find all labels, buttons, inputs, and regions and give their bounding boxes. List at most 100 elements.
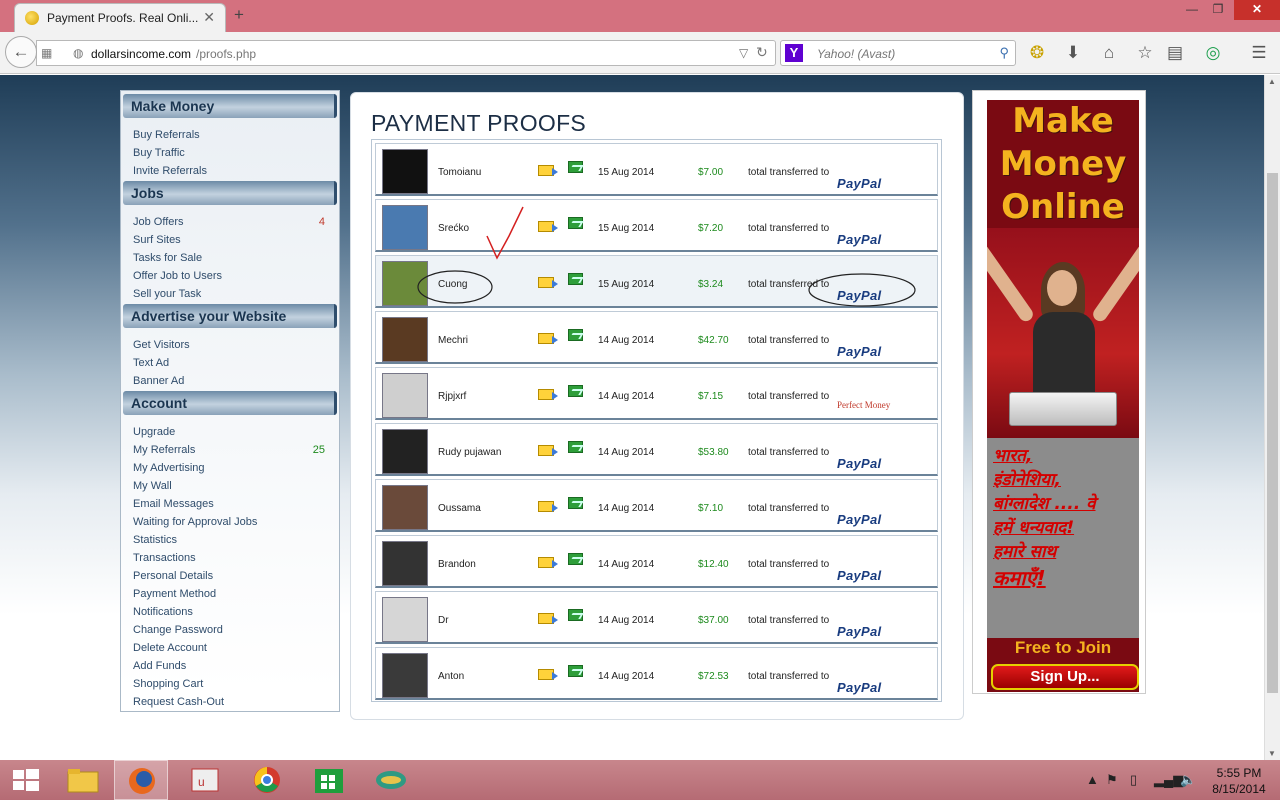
back-button[interactable]: ← (5, 36, 37, 68)
app-task[interactable]: u (178, 760, 232, 800)
link-surf-sites[interactable]: Surf Sites (133, 234, 181, 246)
menu-icon[interactable]: ☰ (1248, 42, 1270, 64)
link-invite-referrals[interactable]: Invite Referrals (133, 165, 207, 177)
link-personal-details[interactable]: Personal Details (133, 570, 213, 582)
proof-username[interactable]: Tomoianu (438, 167, 481, 178)
stats-chart-icon[interactable] (568, 385, 583, 397)
search-input[interactable]: Yahoo! (Avast) (817, 47, 895, 61)
clock-time[interactable]: 5:55 PM (1213, 766, 1265, 780)
send-message-icon[interactable] (538, 445, 558, 456)
scroll-up-icon[interactable]: ▲ (1268, 77, 1276, 86)
send-message-icon[interactable] (538, 333, 558, 344)
link-delete-account[interactable]: Delete Account (133, 642, 207, 654)
user-avatar[interactable] (382, 317, 428, 362)
link-my-advertising[interactable]: My Advertising (133, 462, 205, 474)
minimize-icon[interactable]: — (1178, 0, 1206, 20)
link-payment-method[interactable]: Payment Method (133, 588, 216, 600)
proof-username[interactable]: Rjpjxrf (438, 391, 466, 402)
firefox-task[interactable] (114, 760, 168, 800)
proof-username[interactable]: Srećko (438, 223, 469, 234)
proof-username[interactable]: Oussama (438, 503, 481, 514)
bookmark-star-icon[interactable]: ☆ (1134, 42, 1156, 64)
new-tab-icon[interactable]: + (234, 5, 244, 25)
link-my-referrals[interactable]: My Referrals (133, 444, 195, 456)
link-change-password[interactable]: Change Password (133, 624, 223, 636)
store-task[interactable] (302, 760, 356, 800)
send-message-icon[interactable] (538, 221, 558, 232)
link-transactions[interactable]: Transactions (133, 552, 196, 564)
send-message-icon[interactable] (538, 389, 558, 400)
proof-username[interactable]: Anton (438, 671, 464, 682)
link-request-cashout[interactable]: Request Cash-Out (133, 696, 224, 708)
avast-extension-icon[interactable]: ❂ (1026, 42, 1048, 64)
reload-icon[interactable]: ↻ (756, 44, 768, 61)
dropdown-icon[interactable]: ▽ (739, 46, 748, 60)
stats-chart-icon[interactable] (568, 553, 583, 565)
link-get-visitors[interactable]: Get Visitors (133, 339, 190, 351)
banner-image[interactable]: Make Money Online भारत, इंडोनेशिया, बांग… (987, 100, 1139, 692)
stats-chart-icon[interactable] (568, 609, 583, 621)
send-message-icon[interactable] (538, 277, 558, 288)
link-email-messages[interactable]: Email Messages (133, 498, 214, 510)
user-avatar[interactable] (382, 373, 428, 418)
link-statistics[interactable]: Statistics (133, 534, 177, 546)
proof-username[interactable]: Cuong (438, 279, 467, 290)
stats-chart-icon[interactable] (568, 329, 583, 341)
send-message-icon[interactable] (538, 613, 558, 624)
link-add-funds[interactable]: Add Funds (133, 660, 186, 672)
app-task-2[interactable] (364, 760, 418, 800)
page-scrollbar[interactable]: ▲ ▼ (1264, 75, 1280, 760)
proof-username[interactable]: Dr (438, 615, 449, 626)
bookmarks-menu-icon[interactable]: ▤ (1164, 42, 1186, 64)
stats-chart-icon[interactable] (568, 665, 583, 677)
stats-chart-icon[interactable] (568, 161, 583, 173)
link-banner-ad[interactable]: Banner Ad (133, 375, 184, 387)
link-sell-task[interactable]: Sell your Task (133, 288, 201, 300)
link-waiting-approval[interactable]: Waiting for Approval Jobs (133, 516, 257, 528)
user-avatar[interactable] (382, 653, 428, 698)
tab-close-icon[interactable]: ✕ (203, 9, 215, 26)
link-buy-traffic[interactable]: Buy Traffic (133, 147, 185, 159)
send-message-icon[interactable] (538, 501, 558, 512)
banner-signup-button[interactable]: Sign Up... (991, 664, 1139, 690)
link-my-wall[interactable]: My Wall (133, 480, 172, 492)
link-tasks-for-sale[interactable]: Tasks for Sale (133, 252, 202, 264)
network-icon[interactable]: ▯ (1130, 772, 1137, 788)
start-button[interactable] (0, 760, 54, 800)
link-job-offers[interactable]: Job Offers (133, 216, 184, 228)
user-avatar[interactable] (382, 429, 428, 474)
proof-username[interactable]: Rudy pujawan (438, 447, 501, 458)
home-icon[interactable]: ⌂ (1098, 42, 1120, 64)
link-upgrade[interactable]: Upgrade (133, 426, 175, 438)
link-offer-job[interactable]: Offer Job to Users (133, 270, 222, 282)
yahoo-icon[interactable]: Y (785, 44, 803, 62)
flag-icon[interactable]: ⚑ (1106, 772, 1118, 788)
ad-banner[interactable]: Make Money Online भारत, इंडोनेशिया, बांग… (972, 90, 1146, 694)
link-shopping-cart[interactable]: Shopping Cart (133, 678, 203, 690)
stats-chart-icon[interactable] (568, 497, 583, 509)
proof-username[interactable]: Brandon (438, 559, 476, 570)
user-avatar[interactable] (382, 541, 428, 586)
user-avatar[interactable] (382, 597, 428, 642)
link-buy-referrals[interactable]: Buy Referrals (133, 129, 200, 141)
stats-chart-icon[interactable] (568, 273, 583, 285)
stats-chart-icon[interactable] (568, 217, 583, 229)
link-notifications[interactable]: Notifications (133, 606, 193, 618)
send-message-icon[interactable] (538, 165, 558, 176)
stats-chart-icon[interactable] (568, 441, 583, 453)
window-close-icon[interactable]: ✕ (1234, 0, 1280, 20)
user-avatar[interactable] (382, 485, 428, 530)
download-icon[interactable]: ⬇ (1062, 42, 1084, 64)
send-message-icon[interactable] (538, 557, 558, 568)
scrollbar-thumb[interactable] (1267, 173, 1278, 693)
browser-tab-active[interactable]: Payment Proofs. Real Onli... ✕ (14, 3, 226, 32)
extension-icon[interactable]: ◎ (1202, 42, 1224, 64)
proof-username[interactable]: Mechri (438, 335, 468, 346)
search-bar[interactable]: Y Yahoo! (Avast) ⚲ (780, 40, 1016, 66)
chrome-task[interactable] (240, 760, 294, 800)
send-message-icon[interactable] (538, 669, 558, 680)
apps-grid-icon[interactable]: ▦ (41, 46, 52, 60)
link-text-ad[interactable]: Text Ad (133, 357, 169, 369)
volume-icon[interactable]: 🔈 (1180, 772, 1196, 788)
file-explorer-task[interactable] (56, 760, 110, 800)
